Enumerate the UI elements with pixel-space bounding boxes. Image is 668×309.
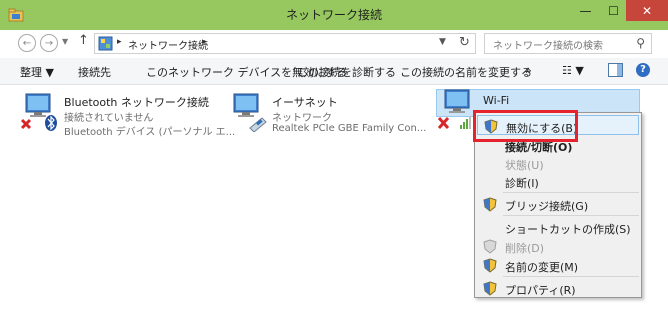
preview-pane-icon[interactable] bbox=[608, 63, 623, 77]
connection-name: Wi-Fi bbox=[483, 94, 510, 107]
help-button[interactable]: ? bbox=[636, 63, 650, 77]
menu-item-properties[interactable]: プロパティ(R) bbox=[477, 278, 639, 298]
address-bar[interactable]: ▸ ネットワーク接続 ▸ ▼ ↻ bbox=[94, 33, 476, 54]
close-button[interactable]: ✕ bbox=[626, 0, 668, 21]
ethernet-network-icon bbox=[233, 93, 267, 132]
breadcrumb-separator-icon[interactable]: ▸ bbox=[202, 37, 207, 47]
search-input[interactable]: ネットワーク接続の検索 ⚲ bbox=[484, 33, 652, 54]
window-title: ネットワーク接続 bbox=[285, 8, 382, 22]
menu-item-label: 削除(D) bbox=[505, 242, 545, 255]
address-row: ← → ▼ ↑ ▸ ネットワーク接続 ▸ ▼ ↻ ネットワーク接続の検索 ⚲ bbox=[0, 30, 668, 56]
menu-separator bbox=[503, 276, 639, 277]
menu-item-label: ショートカットの作成(S) bbox=[505, 223, 631, 236]
change-view-button[interactable]: ☷ ▼ bbox=[562, 64, 584, 77]
address-dropdown-icon[interactable]: ▼ bbox=[439, 37, 446, 47]
menu-item-bridge[interactable]: ブリッジ接続(G) bbox=[477, 194, 639, 214]
shield-icon bbox=[483, 281, 497, 296]
menu-item-label: プロパティ(R) bbox=[505, 284, 576, 297]
refresh-icon[interactable]: ↻ bbox=[459, 35, 470, 50]
diagnose-button[interactable]: この接続を診断する bbox=[297, 64, 396, 80]
menu-item-diagnose[interactable]: 診断(I) bbox=[477, 171, 639, 191]
annotation-highlight-box bbox=[473, 110, 578, 142]
organize-button[interactable]: 整理 ▼ bbox=[20, 64, 54, 80]
more-commands-button[interactable]: » bbox=[525, 64, 532, 77]
menu-item-label: ブリッジ接続(G) bbox=[505, 200, 589, 213]
connection-device: Bluetooth デバイス (パーソナル エ... bbox=[64, 127, 236, 138]
back-button[interactable]: ← bbox=[18, 34, 36, 52]
connection-status: 接続されていません bbox=[64, 113, 154, 124]
connection-status: ネットワーク bbox=[272, 113, 332, 124]
shield-icon bbox=[483, 258, 497, 273]
connection-item-bluetooth[interactable]: Bluetooth ネットワーク接続 接続されていません Bluetooth デ… bbox=[20, 90, 235, 138]
menu-separator bbox=[503, 192, 639, 193]
connection-name: Bluetooth ネットワーク接続 bbox=[64, 96, 209, 109]
shield-icon bbox=[483, 239, 497, 254]
menu-item-rename[interactable]: 名前の変更(M) bbox=[477, 255, 639, 275]
menu-item-label: 診断(I) bbox=[505, 177, 539, 190]
maximize-button[interactable]: ☐ bbox=[600, 0, 627, 21]
shield-icon bbox=[483, 197, 497, 212]
connect-to-button[interactable]: 接続先 bbox=[78, 64, 111, 80]
menu-item-status[interactable]: 状態(U) bbox=[477, 153, 639, 173]
connection-device: Realtek PCIe GBE Family Con... bbox=[272, 123, 427, 134]
breadcrumb-network-connections[interactable]: ネットワーク接続 bbox=[128, 37, 208, 52]
menu-item-label: 名前の変更(M) bbox=[505, 261, 579, 274]
menu-separator bbox=[503, 215, 639, 216]
rename-button[interactable]: この接続の名前を変更する bbox=[400, 64, 532, 80]
wifi-status-icon bbox=[438, 116, 471, 130]
bluetooth-network-icon bbox=[20, 93, 57, 131]
title-bar[interactable]: ネットワーク接続 — ☐ ✕ bbox=[0, 0, 668, 30]
recent-locations-dropdown[interactable]: ▼ bbox=[62, 37, 68, 46]
search-icon[interactable]: ⚲ bbox=[636, 36, 645, 50]
command-bar: 整理 ▼ 接続先 このネットワーク デバイスを無効にする この接続を診断する こ… bbox=[0, 58, 668, 85]
breadcrumb-separator-icon[interactable]: ▸ bbox=[117, 37, 122, 47]
forward-button[interactable]: → bbox=[40, 34, 58, 52]
connection-name: イーサネット bbox=[272, 96, 338, 109]
minimize-button[interactable]: — bbox=[572, 0, 599, 21]
connection-item-ethernet[interactable]: イーサネット ネットワーク Realtek PCIe GBE Family Co… bbox=[228, 90, 428, 136]
up-button[interactable]: ↑ bbox=[78, 33, 89, 48]
control-panel-icon bbox=[98, 36, 113, 51]
search-placeholder: ネットワーク接続の検索 bbox=[493, 41, 603, 52]
menu-item-create-shortcut[interactable]: ショートカットの作成(S) bbox=[477, 217, 639, 237]
menu-item-delete[interactable]: 削除(D) bbox=[477, 236, 639, 256]
